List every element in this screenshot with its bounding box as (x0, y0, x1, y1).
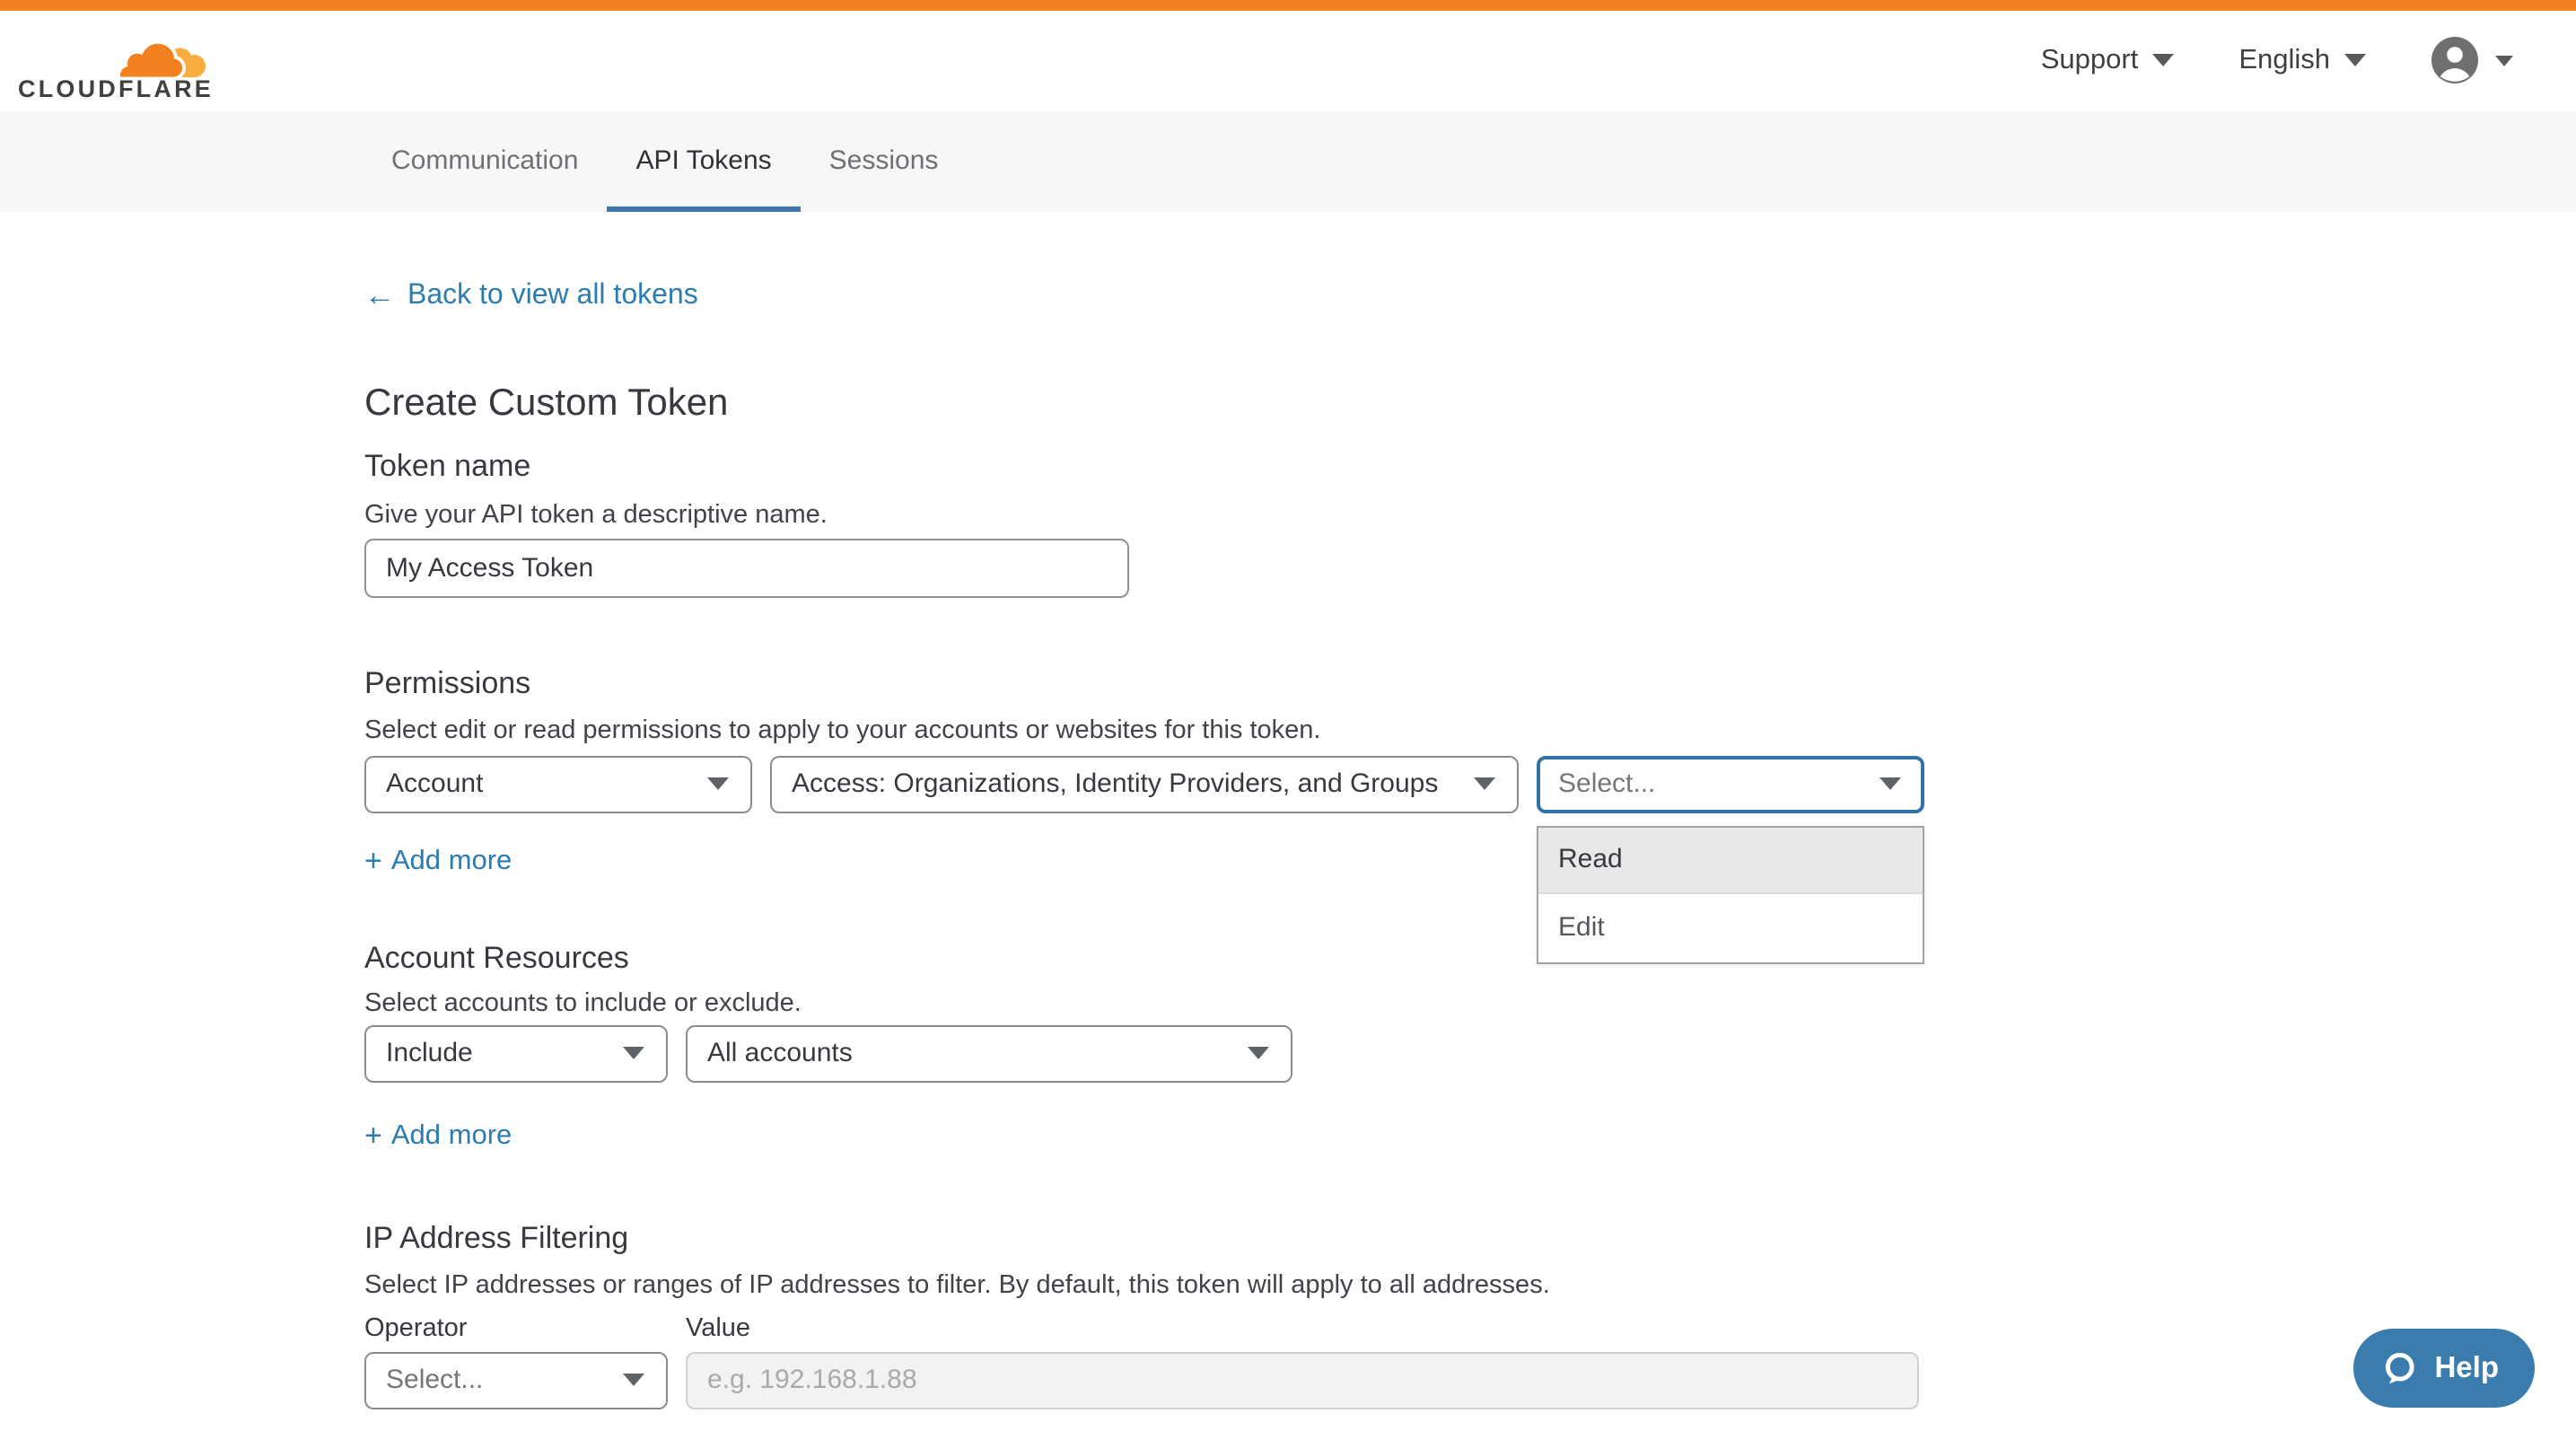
header: CLOUDFLARE Support English (0, 11, 2576, 110)
permissions-add-more-link[interactable]: + Add more (364, 843, 512, 879)
permission-resource-value: Access: Organizations, Identity Provider… (792, 768, 1438, 799)
page-title: Create Custom Token (364, 380, 2576, 426)
token-name-description: Give your API token a descriptive name. (364, 498, 2576, 532)
menu-option-edit[interactable]: Edit (1538, 894, 1923, 961)
permission-scope-dropdown[interactable]: Account (364, 755, 752, 812)
chevron-down-icon (2495, 56, 2513, 66)
account-resources-row: Include All accounts (364, 1024, 2576, 1082)
permission-resource-dropdown[interactable]: Access: Organizations, Identity Provider… (770, 755, 1519, 812)
operator-placeholder: Select... (386, 1365, 483, 1395)
permission-level-placeholder: Select... (1558, 768, 1655, 799)
chevron-down-icon (623, 1374, 644, 1386)
language-menu-label: English (2239, 45, 2330, 77)
help-button-label: Help (2434, 1351, 2499, 1385)
resource-selection-dropdown[interactable]: All accounts (686, 1024, 1292, 1082)
chevron-down-icon (2344, 55, 2366, 67)
plus-icon: + (364, 1119, 382, 1152)
permissions-add-more-label: Add more (391, 843, 512, 879)
header-nav: Support English (2041, 37, 2513, 85)
ip-value-input[interactable] (686, 1351, 1919, 1409)
support-menu-label: Support (2041, 45, 2139, 77)
operator-dropdown[interactable]: Select... (364, 1351, 668, 1409)
tab-communication[interactable]: Communication (363, 110, 607, 211)
cloudflare-wordmark: CLOUDFLARE (18, 80, 208, 101)
permission-level-dropdown[interactable]: Select... (1537, 755, 1924, 812)
resource-selection-value: All accounts (707, 1038, 853, 1068)
chevron-down-icon (1474, 777, 1495, 790)
ip-filtering-labels-row: Operator Value (364, 1312, 2576, 1344)
support-menu[interactable]: Support (2041, 45, 2175, 77)
back-to-tokens-link[interactable]: ← Back to view all tokens (364, 277, 698, 313)
chevron-down-icon (1248, 1047, 1269, 1059)
back-arrow-icon: ← (364, 279, 395, 312)
permission-level-menu: Read Edit (1537, 825, 1924, 963)
permission-level-select-wrap: Select... Read Edit (1537, 755, 1924, 812)
help-button[interactable]: Help (2353, 1329, 2535, 1408)
permission-scope-value: Account (386, 768, 483, 799)
tab-sessions[interactable]: Sessions (801, 110, 968, 211)
main-content: ← Back to view all tokens Create Custom … (0, 211, 2576, 1409)
brand-accent-bar (0, 0, 2576, 11)
permissions-heading: Permissions (364, 663, 2576, 703)
account-resources-add-more-label: Add more (391, 1118, 512, 1154)
tab-api-tokens[interactable]: API Tokens (607, 110, 800, 211)
user-avatar-icon (2431, 37, 2479, 85)
permissions-description: Select edit or read permissions to apply… (364, 714, 2576, 748)
language-menu[interactable]: English (2239, 45, 2366, 77)
ip-filtering-heading: IP Address Filtering (364, 1218, 2576, 1258)
chevron-down-icon (2152, 55, 2174, 67)
chevron-down-icon (623, 1047, 644, 1059)
back-link-label: Back to view all tokens (407, 277, 698, 313)
ip-filtering-inputs-row: Select... (364, 1351, 2576, 1409)
ip-filtering-description: Select IP addresses or ranges of IP addr… (364, 1269, 2576, 1303)
token-name-heading: Token name (364, 446, 2576, 486)
chevron-down-icon (1879, 777, 1901, 790)
chat-bubble-icon (2380, 1349, 2418, 1387)
chevron-down-icon (707, 777, 729, 790)
operator-label: Operator (364, 1312, 668, 1344)
token-name-input[interactable] (364, 538, 1129, 597)
profile-tabbar: Communication API Tokens Sessions (0, 110, 2576, 211)
account-resources-heading: Account Resources (364, 938, 2576, 978)
permissions-row: Account Access: Organizations, Identity … (364, 755, 2576, 812)
account-resources-description: Select accounts to include or exclude. (364, 987, 2576, 1021)
resource-mode-value: Include (386, 1038, 473, 1068)
cloudflare-dashboard: CLOUDFLARE Support English Communicat (0, 0, 2576, 1431)
value-label: Value (686, 1312, 1919, 1344)
account-menu[interactable] (2431, 37, 2513, 85)
resource-mode-dropdown[interactable]: Include (364, 1024, 668, 1082)
menu-option-read[interactable]: Read (1538, 827, 1923, 894)
account-resources-add-more-link[interactable]: + Add more (364, 1118, 512, 1154)
cloudflare-cloud-icon (111, 33, 208, 82)
cloudflare-logo[interactable]: CLOUDFLARE (18, 33, 208, 101)
plus-icon: + (364, 845, 382, 877)
